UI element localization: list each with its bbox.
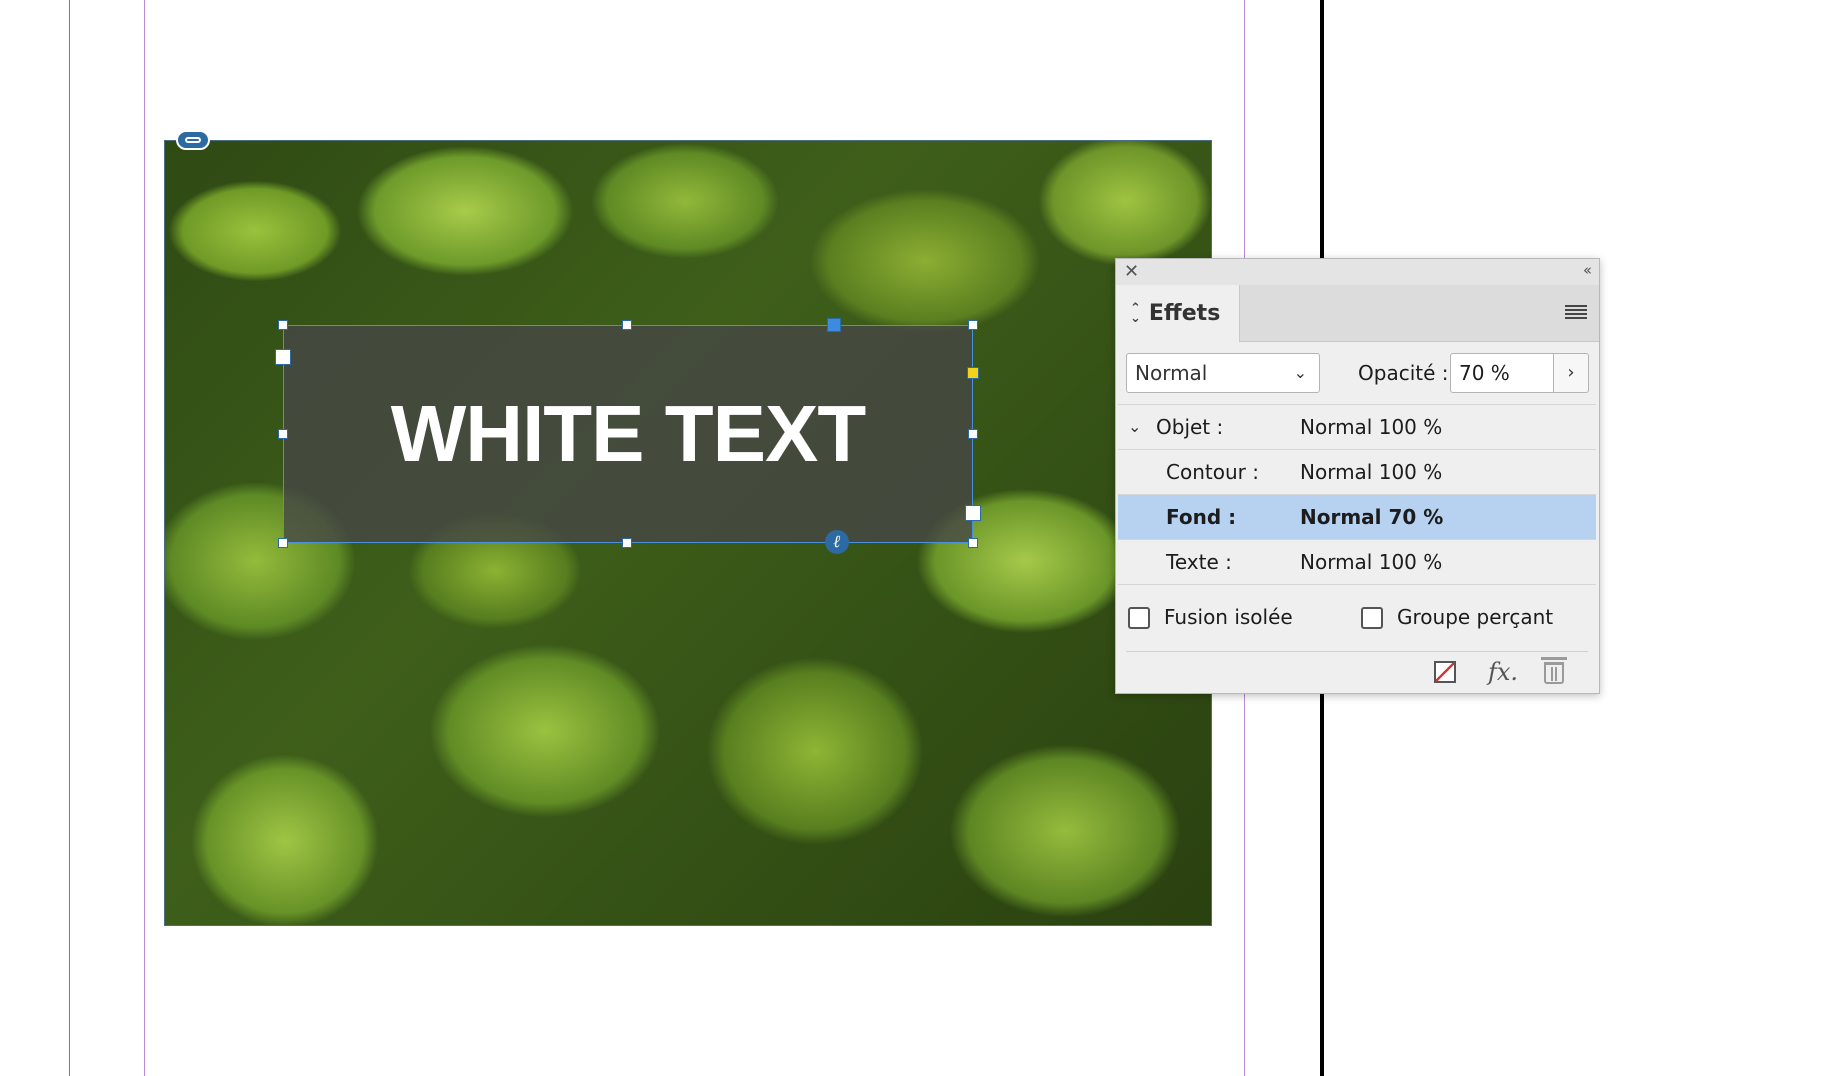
updown-icon: ⌃ ⌄ bbox=[1130, 300, 1141, 326]
close-icon[interactable]: ✕ bbox=[1124, 261, 1139, 282]
page-edge-guide bbox=[69, 0, 70, 1076]
blending-options: Fusion isolée Groupe perçant bbox=[1128, 599, 1588, 639]
blend-mode-select[interactable]: Normal ⌄ bbox=[1126, 353, 1320, 393]
corner-options-handle[interactable] bbox=[967, 367, 979, 379]
isolate-blending-label: Fusion isolée bbox=[1164, 605, 1293, 629]
link-icon[interactable] bbox=[176, 130, 210, 150]
target-row-texte[interactable]: Texte : Normal 100 % bbox=[1118, 540, 1596, 585]
target-value: Normal 100 % bbox=[1300, 550, 1443, 574]
opacity-slider-button[interactable]: › bbox=[1553, 353, 1589, 393]
target-label: Contour : bbox=[1166, 460, 1259, 484]
target-row-contour[interactable]: Contour : Normal 100 % bbox=[1118, 450, 1596, 495]
chevron-down-icon: ⌄ bbox=[1293, 363, 1307, 382]
effects-panel: ✕ ‹‹ ⌃ ⌄ Effets Normal ⌄ Opacité : 70 % ›… bbox=[1115, 258, 1600, 694]
tab-effets[interactable]: ⌃ ⌄ Effets bbox=[1116, 285, 1240, 342]
opacity-input[interactable]: 70 % bbox=[1450, 353, 1554, 393]
target-row-objet[interactable]: ⌄ Objet : Normal 100 % bbox=[1118, 404, 1596, 450]
out-port-handle[interactable] bbox=[965, 505, 981, 521]
panel-title-bar[interactable]: ✕ ‹‹ bbox=[1116, 259, 1599, 286]
selection-handle-mr[interactable] bbox=[968, 429, 978, 439]
knockout-group-checkbox[interactable] bbox=[1361, 607, 1383, 629]
selection-handle-ml[interactable] bbox=[278, 429, 288, 439]
text-frame[interactable]: WHITE TEXT bbox=[283, 325, 973, 543]
selection-handle-tr[interactable] bbox=[968, 320, 978, 330]
selection-handle-br[interactable] bbox=[968, 538, 978, 548]
target-label: Texte : bbox=[1166, 550, 1232, 574]
selection-handle-bl[interactable] bbox=[278, 538, 288, 548]
collapse-icon[interactable]: ‹‹ bbox=[1583, 261, 1592, 279]
chevron-down-icon[interactable]: ⌄ bbox=[1128, 405, 1141, 449]
isolate-blending-checkbox[interactable] bbox=[1128, 607, 1150, 629]
fx-icon[interactable]: fx. bbox=[1488, 659, 1518, 685]
target-value: Normal 70 % bbox=[1300, 505, 1444, 529]
content-grabber-handle[interactable] bbox=[827, 318, 841, 332]
opacity-label: Opacité : bbox=[1358, 361, 1449, 385]
target-value: Normal 100 % bbox=[1300, 460, 1443, 484]
panel-menu-icon[interactable] bbox=[1565, 305, 1587, 319]
anchored-object-icon[interactable]: ℓ bbox=[825, 530, 849, 554]
selection-handle-tl[interactable] bbox=[278, 320, 288, 330]
in-port-handle[interactable] bbox=[275, 349, 291, 365]
target-label: Fond : bbox=[1166, 505, 1237, 529]
target-row-fond[interactable]: Fond : Normal 70 % bbox=[1118, 495, 1596, 540]
margin-guide-left bbox=[144, 0, 145, 1076]
trash-icon[interactable] bbox=[1541, 657, 1567, 684]
selection-handle-bm[interactable] bbox=[622, 538, 632, 548]
divider bbox=[1126, 651, 1588, 652]
frame-text[interactable]: WHITE TEXT bbox=[391, 388, 866, 480]
blend-mode-value: Normal bbox=[1135, 361, 1208, 385]
selection-handle-tm[interactable] bbox=[622, 320, 632, 330]
effect-targets-list: ⌄ Objet : Normal 100 % Contour : Normal … bbox=[1118, 404, 1596, 585]
knockout-group-label: Groupe perçant bbox=[1397, 605, 1554, 629]
target-value: Normal 100 % bbox=[1300, 415, 1443, 439]
panel-tab-bar: ⌃ ⌄ Effets bbox=[1116, 285, 1599, 342]
tab-label: Effets bbox=[1148, 301, 1221, 326]
target-label: Objet : bbox=[1156, 415, 1224, 439]
clear-effects-icon[interactable] bbox=[1434, 661, 1456, 683]
opacity-value: 70 % bbox=[1459, 361, 1510, 385]
